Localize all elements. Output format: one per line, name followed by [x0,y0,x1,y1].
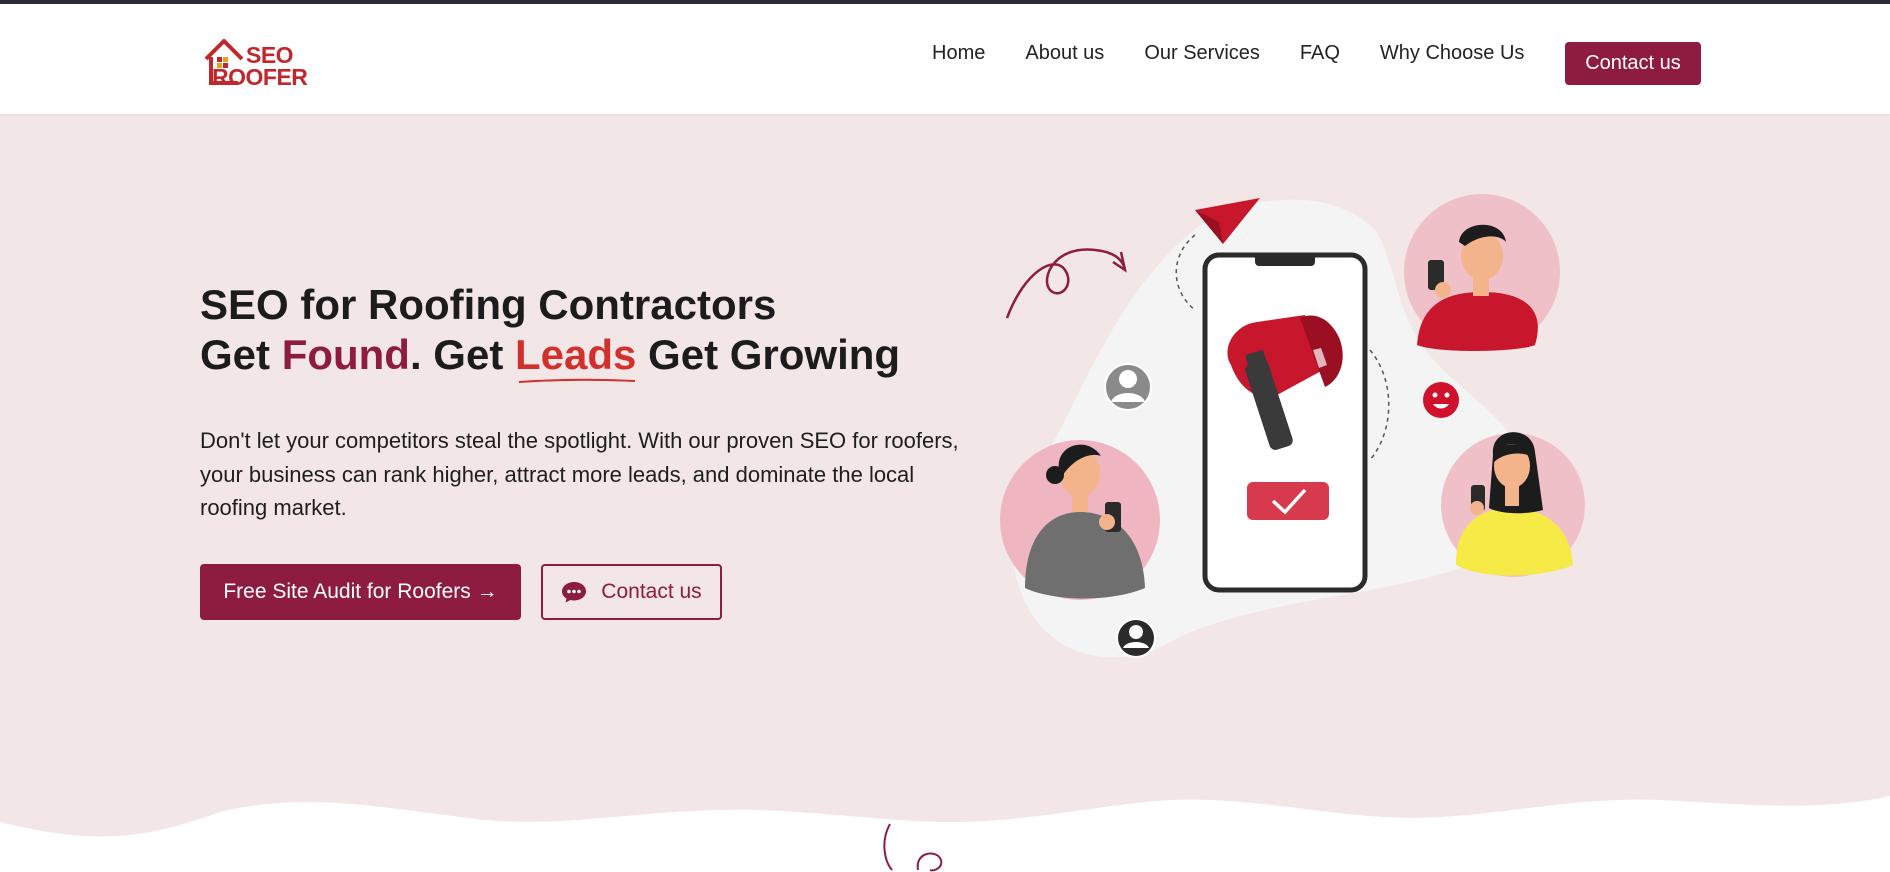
curly-arrow-decoration [1005,248,1127,319]
free-site-audit-button[interactable]: Free Site Audit for Roofers → [200,564,521,620]
header-contact-button[interactable]: Contact us [1565,42,1701,85]
leads-underline-decoration [518,378,636,383]
hero-title-leads: Leads [515,331,637,378]
section-wave-divider [0,796,1890,872]
nav-about-us[interactable]: About us [1025,42,1104,65]
hero-title-get2: . Get [409,331,515,378]
hero-title-get1: Get [200,331,282,378]
site-header: SEO ROOFER Home About us Our Services FA… [0,4,1890,114]
main-nav: Home About us Our Services FAQ Why Choos… [932,42,1564,65]
user-avatar-icon-2 [1116,618,1156,658]
chat-bubble-icon [562,582,587,603]
hero-contact-button[interactable]: Contact us [541,564,722,620]
hero-title-line1: SEO for Roofing Contractors [200,281,777,328]
person-woman-yellow-illustration [1441,432,1585,577]
logo-wordmark: SEO ROOFER [212,44,308,89]
logo-text-line2: ROOFER [212,64,308,90]
user-avatar-icon [1104,363,1152,411]
hero-title-found: Found [281,331,410,378]
checkmark-icon [1247,482,1329,520]
hero-title-get3: Get Growing [636,331,901,378]
nav-home[interactable]: Home [932,42,985,65]
nav-why-choose-us[interactable]: Why Choose Us [1380,42,1525,65]
hero-description: Don't let your competitors steal the spo… [200,428,959,520]
hero-illustration [1000,194,1585,658]
person-man-illustration [1404,194,1560,352]
nav-our-services[interactable]: Our Services [1144,42,1260,65]
person-woman-gray-illustration [1000,440,1160,600]
smiley-icon [1423,382,1459,418]
site-logo[interactable]: SEO ROOFER [202,35,308,89]
hero-title-leads-wrap: Leads [515,330,637,383]
hero-contact-label: Contact us [601,580,702,603]
nav-faq[interactable]: FAQ [1300,42,1340,65]
hero-title: SEO for Roofing Contractors Get Found. G… [200,280,901,383]
